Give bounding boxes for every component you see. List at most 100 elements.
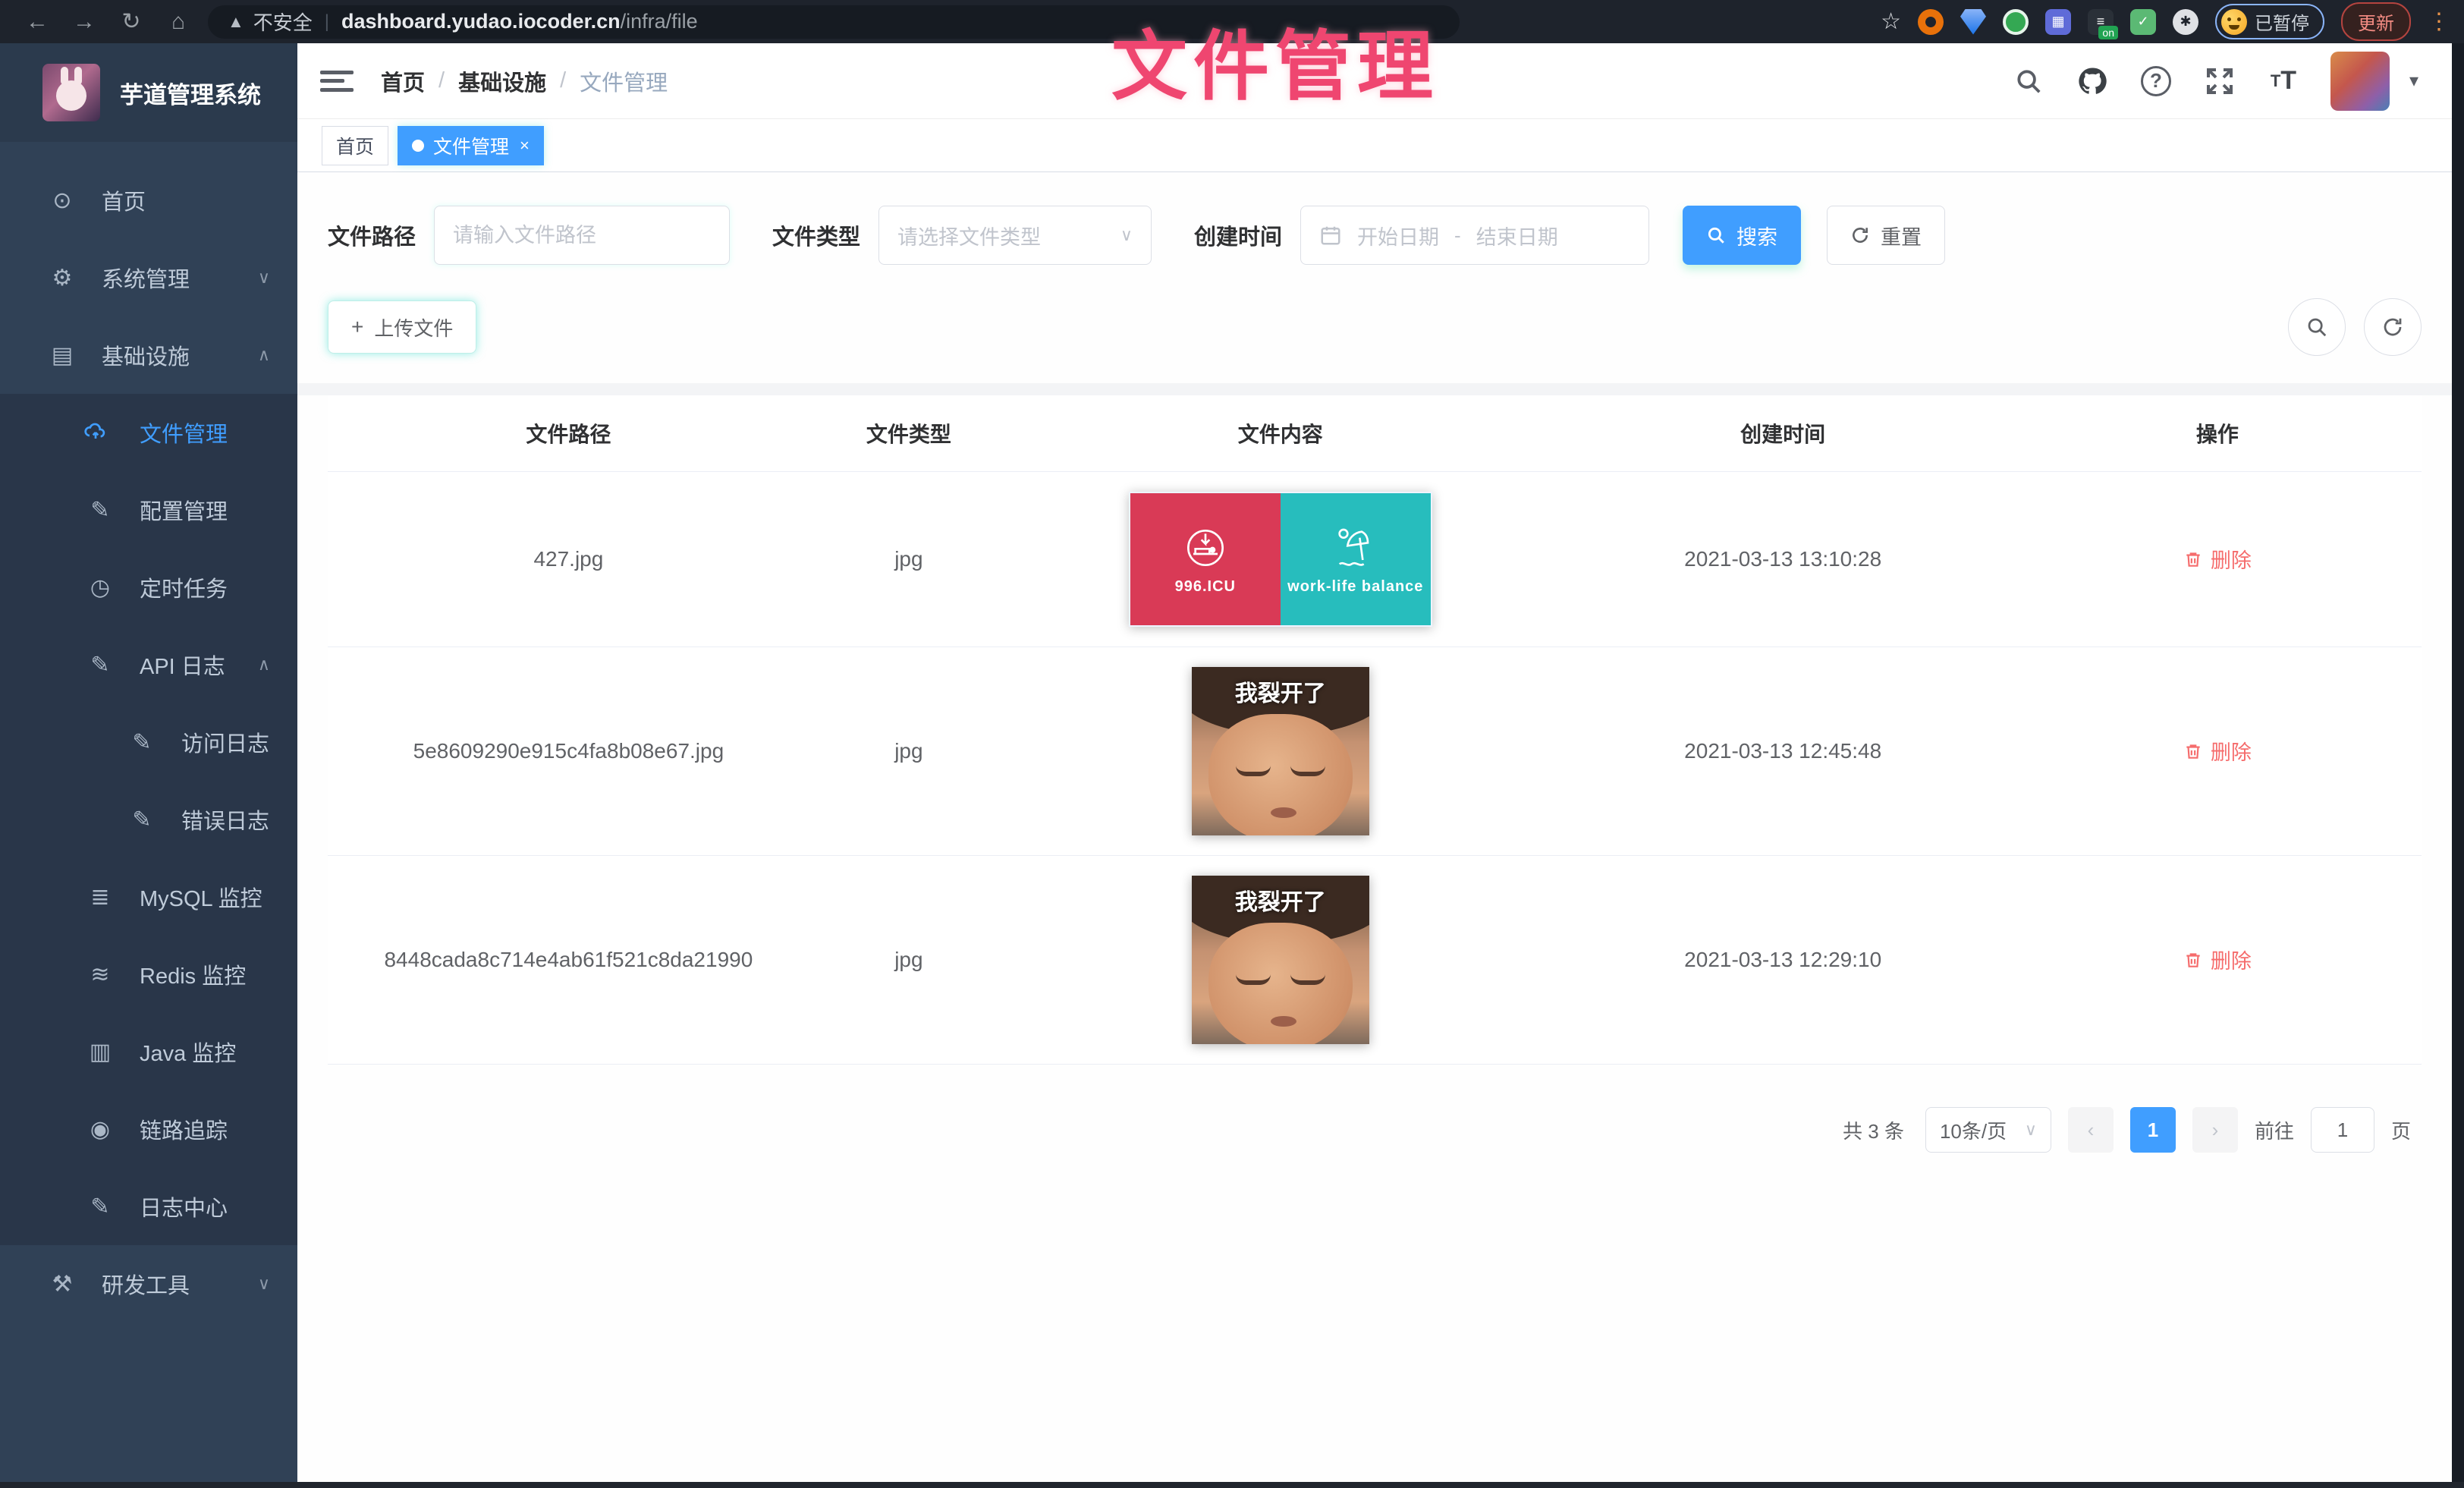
extensions-puzzle-icon[interactable]: ✱ (2173, 9, 2198, 35)
sidebar-item-mysql-monitor[interactable]: ≣ MySQL 监控 (0, 858, 297, 936)
sidebar-item-access-log[interactable]: ✎ 访问日志 (0, 703, 297, 781)
refresh-table-button[interactable] (2364, 298, 2422, 356)
sidebar-item-java-monitor[interactable]: ▥ Java 监控 (0, 1013, 297, 1090)
breadcrumb-current: 文件管理 (580, 65, 668, 97)
app-logo-row[interactable]: 芋道管理系统 (0, 43, 297, 142)
extension-icon-vpn-on[interactable]: ≡ (2088, 9, 2114, 35)
extension-icon-green-circle[interactable] (2003, 9, 2029, 35)
baby-meme-caption: 我裂开了 (1192, 883, 1369, 917)
browser-home-button[interactable]: ⌂ (155, 9, 202, 35)
baby-eye (1236, 766, 1271, 776)
banner-996-left: 996.ICU (1130, 493, 1281, 625)
search-button[interactable]: 搜索 (1683, 206, 1801, 265)
tag-file-management[interactable]: 文件管理 × (398, 126, 544, 165)
extension-icon-gem[interactable] (1960, 9, 1986, 35)
sidebar-item-home[interactable]: ⊙ 首页 (0, 162, 297, 239)
infrastructure-icon: ▤ (46, 342, 79, 369)
address-bar[interactable]: ▲ 不安全 | dashboard.yudao.iocoder.cn /infr… (208, 5, 1460, 39)
chrome-update-button[interactable]: 更新 (2341, 2, 2411, 41)
sidebar-item-log-center[interactable]: ✎ 日志中心 (0, 1168, 297, 1245)
delete-button[interactable]: 删除 (2183, 544, 2252, 574)
sidebar-item-label: API 日志 (140, 649, 225, 681)
baby-mouth (1271, 807, 1296, 818)
cloud-upload-icon (83, 420, 117, 445)
file-preview-996-banner[interactable]: 996.ICU work-life balance (1129, 492, 1432, 627)
sidebar-item-scheduled-tasks[interactable]: ◷ 定时任务 (0, 549, 297, 626)
header-search-icon[interactable] (2012, 64, 2045, 98)
tag-home[interactable]: 首页 (322, 126, 388, 165)
sidebar-item-config-management[interactable]: ✎ 配置管理 (0, 471, 297, 549)
sidebar-item-system-management[interactable]: ⚙ 系统管理 ∨ (0, 239, 297, 316)
breadcrumb-infrastructure[interactable]: 基础设施 (458, 65, 546, 97)
banner-balance-right: work-life balance (1281, 493, 1431, 625)
log-center-icon: ✎ (83, 1194, 117, 1220)
upload-file-button[interactable]: + 上传文件 (328, 300, 476, 354)
table-row: 5e8609290e915c4fa8b08e67.jpg jpg 我裂开了 (328, 647, 2422, 856)
profile-paused-chip[interactable]: 已暂停 (2215, 4, 2324, 39)
fullscreen-icon[interactable] (2203, 64, 2236, 98)
extension-icon-leaf[interactable]: ✓ (2130, 9, 2156, 35)
sidebar-item-trace[interactable]: ◉ 链路追踪 (0, 1090, 297, 1168)
chevron-down-icon: ∨ (258, 1274, 270, 1294)
cell-actions: 删除 (2013, 856, 2422, 1065)
next-page-button[interactable]: › (2192, 1107, 2238, 1153)
extension-icon-orange[interactable] (1918, 9, 1944, 35)
file-path-input[interactable] (453, 224, 711, 247)
timer-icon: ◷ (83, 574, 117, 601)
page-size-select[interactable]: 10条/页 ∨ (1925, 1107, 2051, 1153)
window-scrollbar[interactable] (2452, 43, 2464, 1488)
mysql-icon: ≣ (83, 884, 117, 911)
user-avatar[interactable] (2330, 52, 2390, 111)
browser-forward-button[interactable]: → (61, 9, 108, 35)
cell-created-time: 2021-03-13 12:29:10 (1553, 856, 2013, 1065)
help-icon[interactable]: ? (2139, 64, 2173, 98)
table-header-row: 文件路径 文件类型 文件内容 创建时间 操作 (328, 395, 2422, 472)
file-preview-baby-meme[interactable]: 我裂开了 (1192, 876, 1369, 1044)
extension-icon-blue[interactable]: ▦ (2045, 9, 2071, 35)
refresh-icon (1850, 225, 1870, 245)
cell-actions: 删除 (2013, 647, 2422, 856)
sidebar-item-label: 基础设施 (102, 339, 190, 371)
breadcrumb-home[interactable]: 首页 (381, 65, 425, 97)
sidebar-item-infrastructure[interactable]: ▤ 基础设施 ∧ (0, 316, 297, 394)
delete-button[interactable]: 删除 (2183, 736, 2252, 766)
hamburger-icon[interactable] (320, 66, 354, 96)
goto-page-input[interactable] (2311, 1107, 2374, 1153)
page-number-1[interactable]: 1 (2130, 1107, 2176, 1153)
avatar-caret-down-icon[interactable]: ▾ (2409, 70, 2418, 92)
cell-file-type: jpg (809, 647, 1008, 856)
prev-page-button[interactable]: ‹ (2068, 1107, 2114, 1153)
font-size-icon[interactable]: TT (2267, 64, 2300, 98)
toggle-search-button[interactable] (2288, 298, 2346, 356)
browser-back-button[interactable]: ← (14, 9, 61, 35)
cell-file-content: 我裂开了 (1008, 856, 1553, 1065)
file-preview-baby-meme[interactable]: 我裂开了 (1192, 667, 1369, 835)
app-title: 芋道管理系统 (120, 76, 261, 110)
file-type-select[interactable]: 请选择文件类型 ∨ (878, 206, 1152, 265)
sidebar-item-api-log[interactable]: ✎ API 日志 ∧ (0, 626, 297, 703)
file-path-input-wrap (434, 206, 730, 265)
sidebar-item-redis-monitor[interactable]: ≋ Redis 监控 (0, 936, 297, 1013)
cell-file-type: jpg (809, 472, 1008, 647)
close-icon[interactable]: × (520, 136, 530, 156)
delete-button[interactable]: 删除 (2183, 945, 2252, 974)
sidebar-item-devtools[interactable]: ⚒ 研发工具 ∨ (0, 1245, 297, 1323)
col-header-file-type: 文件类型 (809, 395, 1008, 472)
sidebar-item-file-management[interactable]: 文件管理 (0, 394, 297, 471)
reset-button[interactable]: 重置 (1827, 206, 1945, 265)
baby-eye (1290, 974, 1325, 985)
date-range-picker[interactable]: 开始日期 - 结束日期 (1300, 206, 1649, 265)
sidebar-item-label: 系统管理 (102, 262, 190, 294)
file-table: 文件路径 文件类型 文件内容 创建时间 操作 427.jpg jpg (328, 395, 2422, 1065)
not-secure-warning-icon: ▲ (228, 12, 244, 32)
col-header-file-path: 文件路径 (328, 395, 809, 472)
browser-reload-button[interactable]: ↻ (108, 8, 155, 35)
browser-menu-icon[interactable]: ⋮ (2428, 8, 2450, 35)
sidebar-menu: ⊙ 首页 ⚙ 系统管理 ∨ ▤ 基础设施 ∧ (0, 142, 297, 1323)
chevron-up-icon: ∧ (258, 345, 270, 365)
github-icon[interactable] (2076, 64, 2109, 98)
bookmark-star-icon[interactable]: ☆ (1881, 8, 1901, 35)
delete-label: 删除 (2211, 544, 2252, 574)
col-header-created: 创建时间 (1553, 395, 2013, 472)
sidebar-item-error-log[interactable]: ✎ 错误日志 (0, 781, 297, 858)
